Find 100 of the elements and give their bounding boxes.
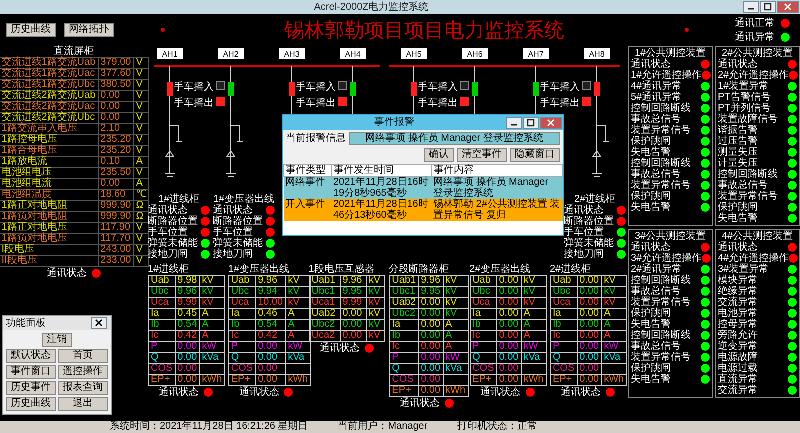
cabinet-label: AH3 bbox=[279, 48, 305, 59]
table-cell: kV bbox=[521, 286, 546, 298]
table-cell: A bbox=[286, 320, 311, 330]
function-button[interactable]: 退出 bbox=[58, 397, 108, 411]
function-button[interactable]: 事件窗口 bbox=[6, 365, 56, 379]
table-cell: kW bbox=[521, 342, 546, 352]
status-label: 事故总信号 bbox=[718, 180, 768, 191]
table-cell: V bbox=[134, 146, 149, 156]
table-cell: Ω bbox=[134, 212, 149, 222]
table-cell: 235.20 bbox=[98, 146, 134, 156]
status-label: 失电告警 bbox=[631, 147, 671, 158]
status-label: 通讯状态 bbox=[239, 387, 280, 398]
table-cell: 9.94 bbox=[256, 286, 286, 298]
status-label: 通讯状态 bbox=[159, 387, 199, 398]
status-label: 装置异常信号 bbox=[631, 180, 691, 191]
status-label: 4#允许遥控操作 bbox=[718, 253, 790, 264]
dialog-button[interactable]: 清空事件 bbox=[457, 148, 507, 162]
table-cell: kV bbox=[521, 298, 546, 308]
table-cell: 380.50 bbox=[98, 80, 134, 90]
table-cell: Ubc2 bbox=[309, 320, 340, 330]
table-cell: 0.00 bbox=[496, 298, 522, 308]
table-cell: Ubc bbox=[228, 286, 256, 298]
event-row[interactable]: 开入事件 2021年11月28日16时46分13秒60毫秒 锡林郭勒 2#公共测控装置 装置异常信号 复归 bbox=[284, 199, 562, 221]
table-cell: 0.00 bbox=[577, 330, 602, 342]
toolbar-button[interactable]: 网络拓扑 bbox=[64, 23, 114, 37]
table-cell: A bbox=[443, 330, 468, 342]
table-cell: A bbox=[134, 178, 149, 190]
table-cell: A bbox=[521, 320, 546, 330]
cabinet-label: AH5 bbox=[401, 48, 427, 59]
table-cell: A bbox=[134, 156, 149, 168]
table-cell: V bbox=[134, 90, 149, 102]
toolbar-button[interactable]: 历史曲线 bbox=[6, 23, 56, 37]
table-cell: Ubc bbox=[550, 286, 578, 298]
status-label: 交流异常 bbox=[718, 297, 758, 308]
table-cell: Ic bbox=[550, 330, 578, 342]
status-label: 绝缘异常 bbox=[718, 286, 758, 297]
dialog-button[interactable]: 确认 bbox=[424, 148, 454, 162]
function-button[interactable]: 遥控操作 bbox=[58, 365, 108, 379]
table-cell: kV bbox=[521, 276, 546, 286]
table-cell: kW bbox=[286, 342, 311, 352]
table-cell: 0.00 bbox=[175, 342, 200, 352]
cabinet-label: AH6 bbox=[462, 48, 488, 59]
table-cell: 0.00 bbox=[577, 342, 602, 352]
table-cell: 0.00 bbox=[496, 352, 522, 364]
table-cell: 9.96 bbox=[256, 276, 286, 286]
status-label: 手车位置 bbox=[564, 227, 604, 238]
table-cell: 0.00 bbox=[577, 352, 602, 364]
status-label: 装置异常信号 bbox=[631, 297, 691, 308]
table-cell: V bbox=[134, 112, 149, 124]
status-label: 过压告警 bbox=[718, 136, 758, 147]
table-cell: P bbox=[390, 352, 419, 364]
table-cell: 电池组温度 bbox=[0, 190, 98, 200]
table-cell: Uab bbox=[470, 276, 497, 286]
panel-title: 直流屏柜 bbox=[54, 46, 94, 57]
close-button[interactable] bbox=[91, 317, 107, 329]
status-label: 失电告警 bbox=[631, 202, 671, 213]
table-cell: 1路负对地电压 bbox=[0, 234, 98, 244]
table-cell: 1路正对地电阻 bbox=[0, 200, 98, 212]
table-cell: 0.00 bbox=[256, 352, 286, 364]
cabinet-label: AH8 bbox=[584, 48, 610, 59]
table-cell: V bbox=[134, 222, 149, 234]
minimize-button[interactable] bbox=[506, 116, 522, 128]
event-row[interactable]: 网络事件 2021年11月28日16时19分8秒965毫秒 网络事项 操作员 Manager 登录监控系统 bbox=[284, 176, 562, 199]
handcart-label: 手车摇出 bbox=[296, 98, 336, 109]
table-cell: kV bbox=[602, 276, 627, 286]
function-button[interactable]: 历史事件 bbox=[6, 381, 56, 395]
table-cell: P bbox=[228, 342, 256, 352]
table-cell: V bbox=[134, 102, 149, 112]
table-cell: 0.00 bbox=[418, 364, 444, 374]
close-icon bbox=[784, 3, 792, 11]
panel-title: 3#公共测控装置 bbox=[634, 231, 708, 242]
table-cell: kV bbox=[286, 298, 311, 308]
panel-title: 1#变压器出线 bbox=[228, 264, 291, 275]
table-cell: 0.00 bbox=[577, 374, 602, 386]
table-cell: kV bbox=[443, 286, 468, 298]
table-cell: 0.00 bbox=[418, 342, 444, 352]
function-button[interactable]: 历史曲线 bbox=[6, 397, 56, 411]
maximize-button[interactable] bbox=[523, 116, 539, 128]
table-cell: Uca bbox=[148, 298, 176, 308]
maximize-button[interactable] bbox=[760, 1, 776, 13]
cabinet-label: AH2 bbox=[218, 48, 244, 59]
status-label: 通讯状态 bbox=[631, 59, 671, 70]
status-label: 控制回路断线 bbox=[631, 158, 691, 169]
dialog-button[interactable]: 隐藏窗口 bbox=[510, 148, 560, 162]
function-button[interactable]: 默认状态 bbox=[6, 349, 56, 363]
table-cell: Uca1 bbox=[309, 298, 340, 308]
function-button[interactable]: 首页 bbox=[58, 349, 108, 363]
table-cell: kVa bbox=[521, 352, 546, 364]
table-cell: kW bbox=[602, 342, 627, 352]
table-cell: 0.00 bbox=[577, 286, 602, 298]
table-cell: kWh bbox=[200, 374, 225, 386]
function-button[interactable]: 报表查询 bbox=[58, 381, 108, 395]
table-cell: 1路交流串入电压 bbox=[0, 124, 98, 134]
table-cell: Ia bbox=[470, 308, 497, 320]
panel-title: 2#进线柜 bbox=[550, 264, 592, 275]
handcart-label: 手车摇出 bbox=[540, 98, 580, 109]
function-button[interactable]: 注销 bbox=[42, 333, 72, 347]
minimize-button[interactable] bbox=[743, 1, 759, 13]
table-cell: A bbox=[200, 330, 225, 342]
table-cell: 交流进线2路交流Ubc bbox=[0, 112, 98, 124]
